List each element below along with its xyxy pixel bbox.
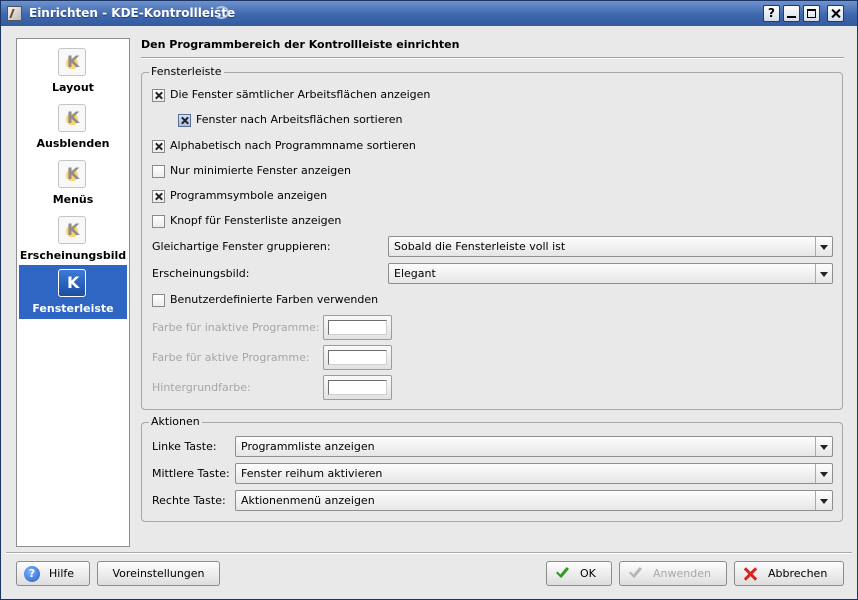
- group-windows-label: Gleichartige Fenster gruppieren:: [152, 240, 331, 253]
- minimize-button[interactable]: [783, 5, 800, 22]
- footer-divider: [6, 552, 852, 554]
- inactive-color-label: Farbe für inaktive Programme:: [152, 321, 320, 334]
- color-swatch: [328, 350, 387, 365]
- active-color-label: Farbe für aktive Programme:: [152, 351, 310, 364]
- page-title: Den Programmbereich der Kontrollleiste e…: [141, 38, 460, 51]
- select-value: Aktionenmenü anzeigen: [241, 494, 375, 507]
- group-windows-select[interactable]: Sobald die Fensterleiste voll ist: [388, 236, 833, 257]
- checkbox-label: Benutzerdefinierte Farben verwenden: [170, 293, 379, 306]
- right-button-label: Rechte Taste:: [152, 494, 226, 507]
- left-button-label: Linke Taste:: [152, 440, 217, 453]
- select-value: Sobald die Fensterleiste voll ist: [394, 240, 566, 253]
- middle-button-label: Mittlere Taste:: [152, 467, 230, 480]
- appearance-label: Erscheinungsbild:: [152, 267, 250, 280]
- background-color-button[interactable]: [323, 375, 392, 400]
- sidebar-item-label: Menüs: [52, 193, 94, 206]
- ok-button[interactable]: OK: [546, 561, 612, 586]
- select-value: Elegant: [394, 267, 436, 280]
- checkbox-box[interactable]: [152, 140, 165, 153]
- checkbox-box[interactable]: [152, 89, 165, 102]
- select-value: Programmliste anzeigen: [241, 440, 375, 453]
- background-color-label: Hintergrundfarbe:: [152, 381, 251, 394]
- kde-config-icon: [58, 216, 86, 244]
- color-swatch: [328, 380, 387, 395]
- button-label: OK: [580, 567, 596, 580]
- checkbox-label: Nur minimierte Fenster anzeigen: [170, 164, 351, 177]
- sidebar-item-label: Ausblenden: [36, 137, 110, 150]
- chevron-down-icon[interactable]: [815, 491, 832, 510]
- checkbox-label: Programmsymbole anzeigen: [170, 189, 328, 202]
- checkbox-box[interactable]: [152, 294, 165, 307]
- button-label: Abbrechen: [768, 567, 828, 580]
- help-button[interactable]: ? Hilfe: [16, 561, 90, 586]
- sidebar-item-label: Erscheinungsbild: [19, 249, 127, 262]
- kde-config-icon: [58, 104, 86, 132]
- cancel-button[interactable]: Abbrechen: [734, 561, 844, 586]
- taskbar-group: Fensterleiste Die Fenster sämtlicher Arb…: [141, 65, 843, 410]
- sidebar-item-label: Fensterleiste: [32, 302, 114, 315]
- appearance-select[interactable]: Elegant: [388, 263, 833, 284]
- cancel-x-icon: [742, 566, 758, 582]
- check-icon: [627, 566, 643, 582]
- sidebar-item-ausblenden[interactable]: Ausblenden: [19, 100, 127, 154]
- close-button[interactable]: [827, 5, 844, 22]
- group-title: Fensterleiste: [149, 65, 224, 78]
- select-value: Fenster reihum aktivieren: [241, 467, 383, 480]
- left-button-select[interactable]: Programmliste anzeigen: [235, 436, 833, 457]
- checkbox-label: Die Fenster sämtlicher Arbeitsflächen an…: [170, 88, 431, 101]
- checkbox-box[interactable]: [152, 165, 165, 178]
- checkbox-label: Knopf für Fensterliste anzeigen: [170, 214, 342, 227]
- chevron-down-icon[interactable]: [815, 237, 832, 256]
- maximize-button[interactable]: [803, 5, 820, 22]
- dialog-window: Einrichten - KDE-Kontrollleiste ? Layout…: [0, 0, 858, 600]
- right-button-select[interactable]: Aktionenmenü anzeigen: [235, 490, 833, 511]
- sticky-swirl-icon: [214, 6, 229, 19]
- checkbox-label: Fenster nach Arbeitsflächen sortieren: [196, 113, 403, 126]
- actions-group: Aktionen Linke Taste: Programmliste anze…: [141, 415, 843, 522]
- heading-divider: [141, 57, 844, 59]
- checkbox-label: Alphabetisch nach Programmname sortieren: [170, 139, 416, 152]
- app-icon[interactable]: [7, 6, 22, 21]
- chevron-down-icon[interactable]: [815, 264, 832, 283]
- chevron-down-icon[interactable]: [815, 464, 832, 483]
- checkbox-box[interactable]: [152, 215, 165, 228]
- help-icon: ?: [24, 566, 40, 582]
- button-label: Anwenden: [653, 567, 711, 580]
- active-color-button[interactable]: [323, 345, 392, 370]
- checkbox-box[interactable]: [152, 190, 165, 203]
- group-title: Aktionen: [149, 415, 202, 428]
- color-swatch: [328, 320, 387, 335]
- titlebar-help-button[interactable]: ?: [763, 5, 780, 22]
- defaults-button[interactable]: Voreinstellungen: [97, 561, 220, 586]
- title-bar[interactable]: Einrichten - KDE-Kontrollleiste ?: [1, 1, 857, 26]
- window-title: Einrichten - KDE-Kontrollleiste: [29, 6, 236, 20]
- sidebar-item-erscheinungsbild[interactable]: Erscheinungsbild: [19, 212, 127, 266]
- button-label: Hilfe: [49, 567, 75, 580]
- chevron-down-icon[interactable]: [815, 437, 832, 456]
- checkbox-box[interactable]: [178, 114, 191, 127]
- kde-config-icon: [58, 48, 86, 76]
- kde-config-icon: [58, 160, 86, 188]
- apply-button[interactable]: Anwenden: [619, 561, 727, 586]
- button-label: Voreinstellungen: [112, 567, 205, 580]
- sidebar: Layout Ausblenden Menüs Erscheinungsbild…: [16, 38, 130, 547]
- sidebar-item-label: Layout: [52, 81, 94, 94]
- sidebar-item-menues[interactable]: Menüs: [19, 156, 127, 210]
- sidebar-item-fensterleiste[interactable]: Fensterleiste: [19, 265, 127, 319]
- kde-taskbar-icon: [58, 269, 86, 297]
- check-icon: [554, 566, 570, 582]
- inactive-color-button[interactable]: [323, 315, 392, 340]
- middle-button-select[interactable]: Fenster reihum aktivieren: [235, 463, 833, 484]
- sidebar-item-layout[interactable]: Layout: [19, 44, 127, 98]
